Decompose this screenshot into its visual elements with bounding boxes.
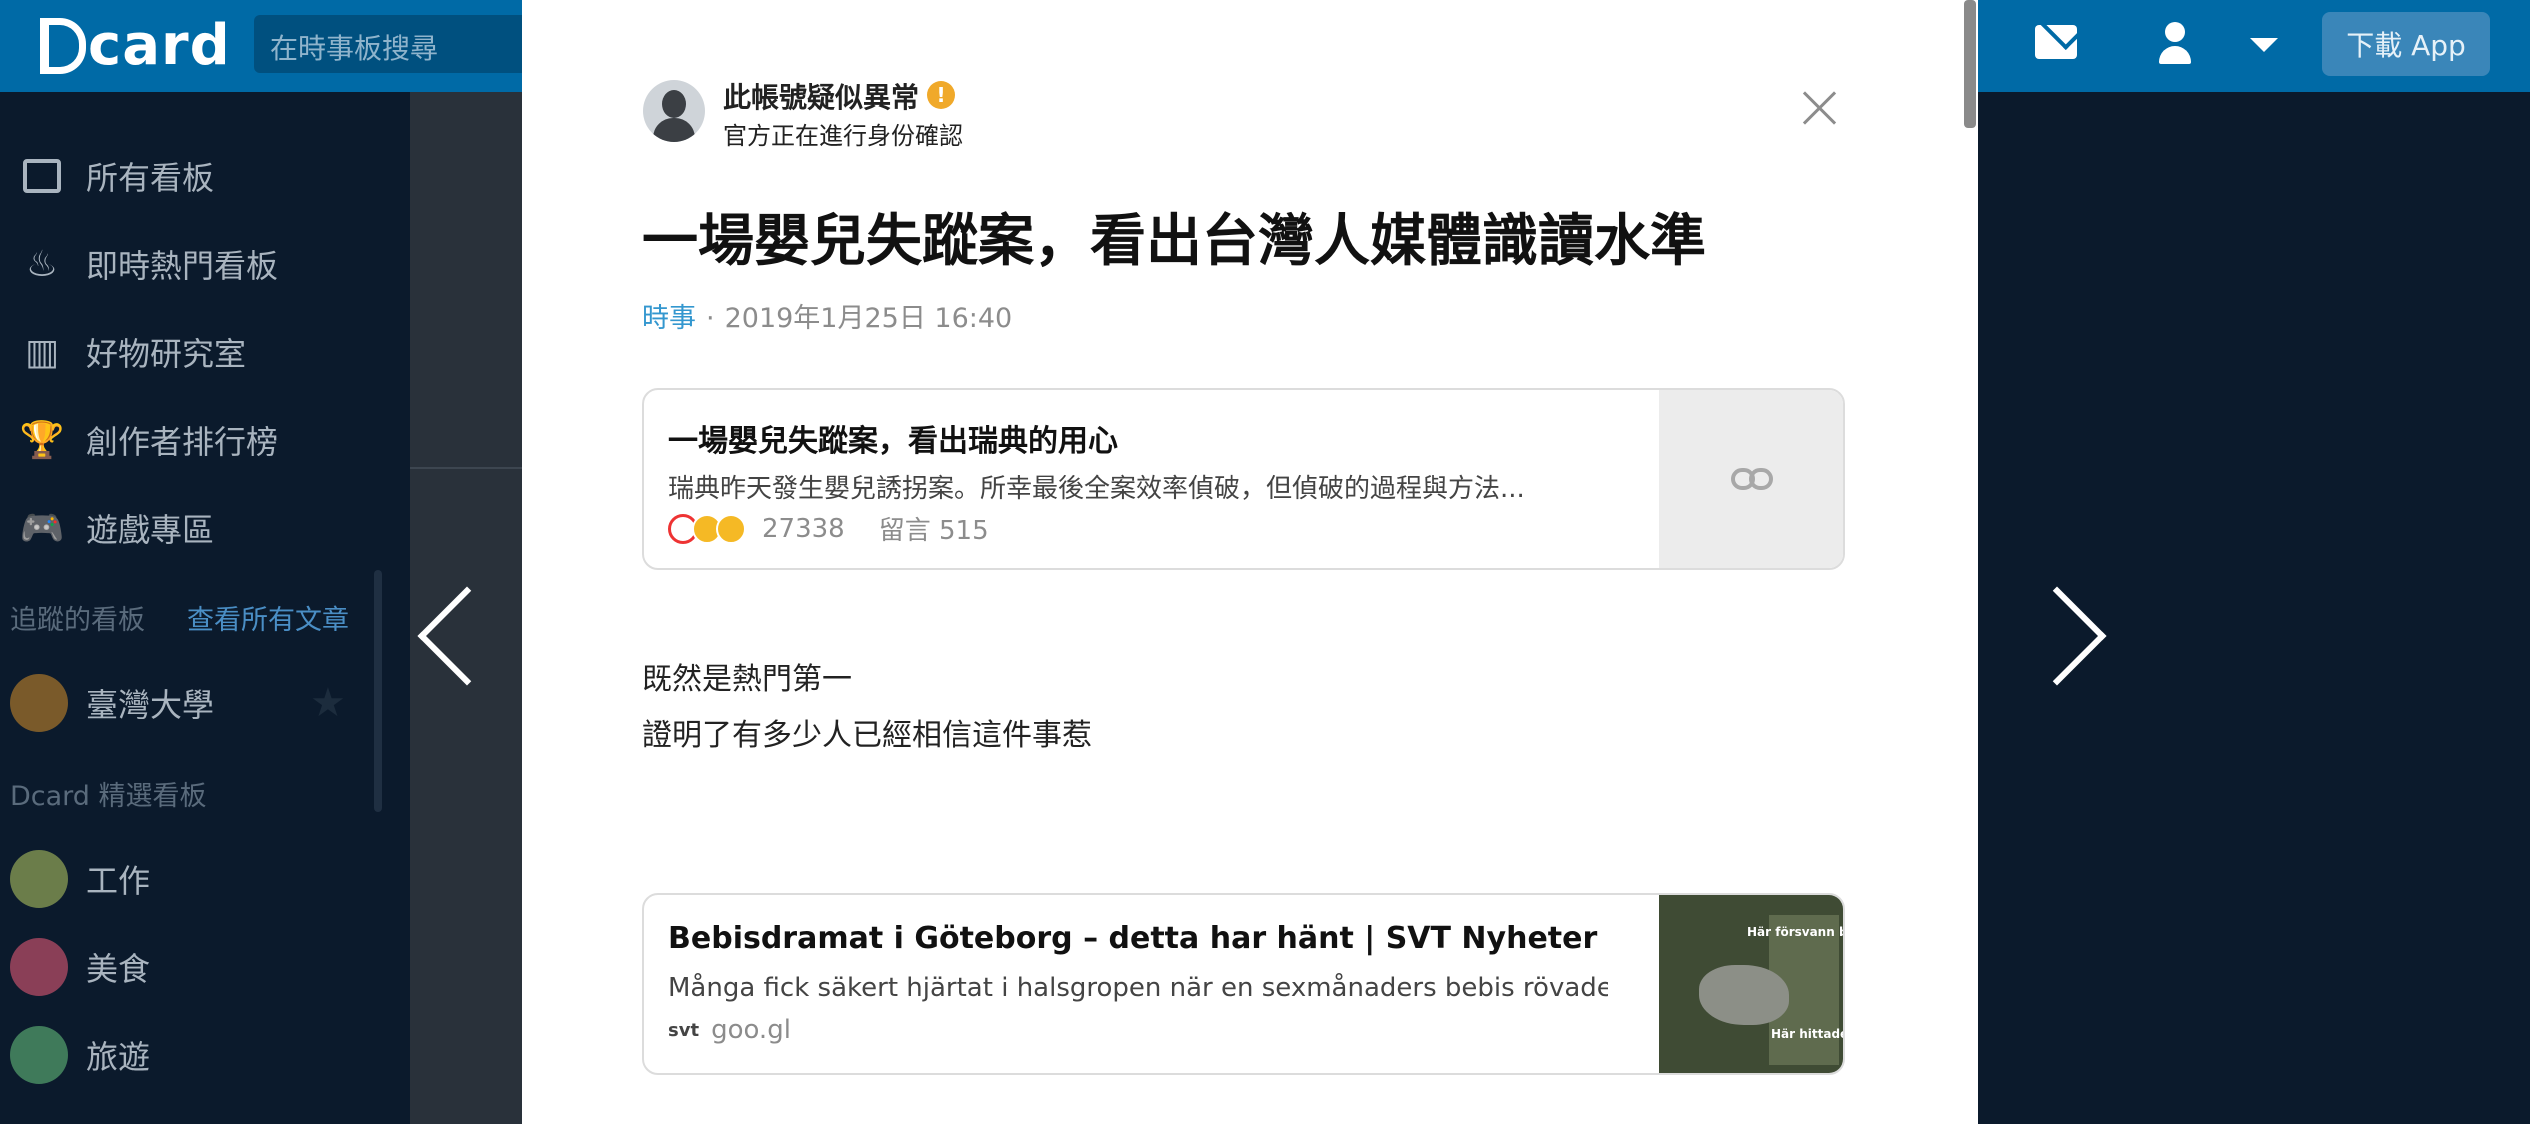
download-app-button[interactable]: 下載 App (2322, 12, 2490, 76)
dcard-logo-mark (40, 18, 86, 74)
map-label: Här försvann b (1747, 925, 1845, 939)
view-all-posts-link[interactable]: 查看所有文章 (187, 598, 349, 637)
dcard-logo[interactable]: card (40, 14, 231, 78)
divider (410, 467, 522, 469)
external-link-card[interactable]: Bebisdramat i Göteborg – detta har hänt … (642, 893, 1845, 1075)
map-thumbnail: Här försvann b Här hittade (1659, 895, 1845, 1073)
linked-post-description: 瑞典昨天發生嬰兒誘拐案。所幸最後全案效率偵破，但偵破的過程與方法... (668, 474, 1525, 504)
linked-post-title: 一場嬰兒失蹤案，看出瑞典的用心 (668, 424, 1118, 459)
post-body-line: 既然是熱門第一 (642, 662, 852, 697)
reaction-count: 27338 (762, 513, 845, 544)
link-icon (1731, 468, 1773, 490)
travel-avatar (10, 1026, 68, 1084)
post-body-line: 證明了有多少人已經相信這件事惹 (642, 718, 1092, 753)
author-avatar[interactable] (643, 80, 705, 142)
svt-logo-icon: svt (668, 1019, 700, 1041)
post-datetime: 2019年1月25日 16:40 (724, 303, 1013, 334)
fire-icon: ♨ (25, 243, 59, 285)
warning-icon: ! (927, 81, 955, 109)
post-meta: 時事 · 2019年1月25日 16:40 (642, 296, 1012, 335)
sidebar-item-label: 遊戲專區 (86, 511, 215, 549)
sidebar-item-label: 旅遊 (86, 1038, 151, 1076)
sidebar-item-work[interactable]: 工作 (0, 839, 400, 919)
following-heading: 追蹤的看板 (10, 605, 145, 636)
sidebar-item-games[interactable]: 🎮 遊戲專區 (0, 488, 400, 568)
sidebar-item-food[interactable]: 美食 (0, 927, 400, 1007)
external-link-domain: goo.gl (711, 1015, 791, 1045)
external-link-description: Många fick säkert hjärtat i halsgropen n… (668, 973, 1608, 1003)
sidebar-item-goods-lab[interactable]: ▥ 好物研究室 (0, 312, 400, 392)
sidebar-item-label: 美食 (86, 950, 151, 988)
comment-count: 留言 515 (878, 516, 989, 546)
meta-separator: · (706, 303, 715, 334)
sidebar-item-label: 所有看板 (86, 159, 215, 197)
external-link-source: svt goo.gl (668, 1015, 791, 1045)
cry-reaction-icon (716, 513, 746, 544)
link-thumbnail (1659, 390, 1843, 568)
featured-heading: Dcard 精選看板 (10, 781, 207, 812)
sidebar-item-hot-boards[interactable]: ♨ 即時熱門看板 (0, 224, 400, 304)
gamepad-icon: 🎮 (19, 508, 65, 549)
work-avatar (10, 850, 68, 908)
sidebar-item-all-boards[interactable]: 所有看板 (0, 136, 400, 216)
author-name: 此帳號疑似異常 (723, 81, 920, 114)
sidebar-item-label: 工作 (86, 862, 151, 900)
linked-post-stats: 27338 留言 515 (668, 510, 989, 547)
star-icon[interactable]: ★ (310, 680, 346, 726)
external-link-title: Bebisdramat i Göteborg – detta har hänt … (668, 921, 1598, 956)
sidebar-item-creator-ranking[interactable]: 🏆 創作者排行榜 (0, 400, 400, 480)
user-icon[interactable] (2157, 22, 2193, 66)
food-avatar (10, 938, 68, 996)
linked-post-card[interactable]: 一場嬰兒失蹤案，看出瑞典的用心 瑞典昨天發生嬰兒誘拐案。所幸最後全案效率偵破，但… (642, 388, 1845, 570)
sidebar-item-label: 創作者排行榜 (86, 423, 279, 461)
dcard-logo-text: card (88, 13, 231, 78)
board-list-icon (20, 154, 64, 198)
author-status: 官方正在進行身份確認 (723, 122, 963, 150)
sidebar-item-label: 即時熱門看板 (86, 247, 279, 285)
close-icon[interactable] (1800, 88, 1840, 128)
modal-scrollbar[interactable] (1964, 0, 1976, 128)
store-icon: ▥ (24, 331, 59, 373)
search-input[interactable]: 在時事板搜尋 (254, 15, 544, 73)
sidebar-scrollbar[interactable] (374, 570, 382, 812)
trophy-icon: 🏆 (19, 420, 65, 461)
post-title: 一場嬰兒失蹤案，看出台灣人媒體識讀水準 (642, 209, 1706, 274)
forum-link[interactable]: 時事 (642, 303, 696, 334)
sidebar-item-travel[interactable]: 旅遊 (0, 1015, 400, 1095)
sidebar: 所有看板 ♨ 即時熱門看板 ▥ 好物研究室 🏆 創作者排行榜 🎮 遊戲專區 追蹤… (0, 92, 410, 1124)
mail-icon[interactable] (2035, 25, 2077, 59)
sidebar-item-label: 好物研究室 (86, 335, 247, 373)
sidebar-item-label: 臺灣大學 (86, 686, 215, 724)
ntu-avatar (10, 674, 68, 732)
chevron-down-icon[interactable] (2250, 38, 2278, 52)
map-label: Här hittade (1771, 1027, 1845, 1041)
